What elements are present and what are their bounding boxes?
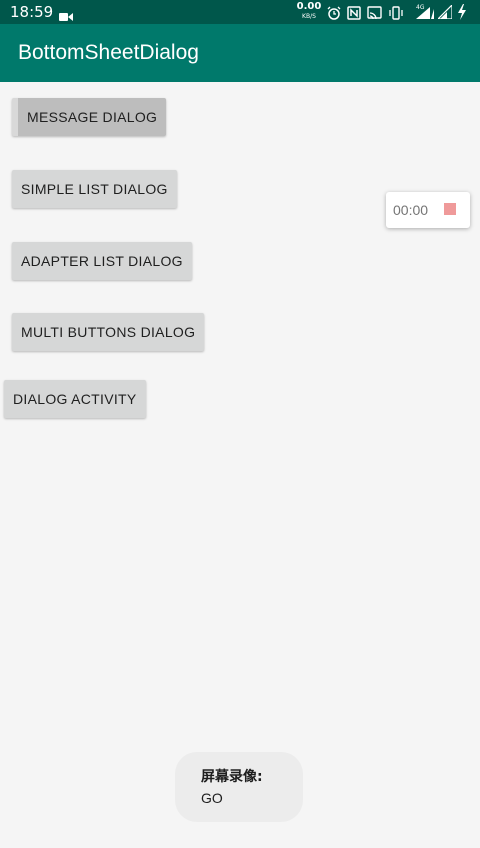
- app-title: BottomSheetDialog: [18, 41, 199, 64]
- nfc-icon: [347, 5, 361, 24]
- signal-secondary-icon: [436, 3, 453, 23]
- network-speed: 0.00 KB/S: [296, 2, 322, 21]
- adapter-list-dialog-button[interactable]: ADAPTER LIST DIALOG: [12, 242, 192, 280]
- network-speed-unit: KB/S: [302, 13, 316, 20]
- vibrate-icon: [389, 5, 403, 24]
- video-record-icon: [59, 7, 73, 21]
- alarm-icon: [327, 5, 341, 24]
- toast-title: 屏幕录像:: [201, 769, 263, 785]
- network-speed-value: 0.00: [296, 1, 322, 12]
- stop-icon[interactable]: [444, 203, 456, 215]
- network-type-text: 4G: [416, 4, 425, 11]
- status-bar: 18:59 0.00 KB/S 4G: [0, 0, 480, 24]
- toast-message: GO: [201, 790, 223, 806]
- battery-charging-icon: [457, 4, 467, 24]
- simple-list-dialog-button[interactable]: SIMPLE LIST DIALOG: [12, 170, 177, 208]
- multi-buttons-dialog-button[interactable]: MULTI BUTTONS DIALOG: [12, 313, 205, 351]
- message-dialog-button[interactable]: MESSAGE DIALOG: [12, 98, 167, 136]
- cast-icon: [367, 5, 382, 24]
- screen-recorder-timer[interactable]: 00:00: [386, 192, 470, 228]
- signal-icon: 4G: [406, 3, 434, 23]
- status-time: 18:59: [10, 3, 54, 21]
- dialog-activity-button[interactable]: DIALOG ACTIVITY: [4, 380, 146, 418]
- recorder-elapsed-time: 00:00: [393, 202, 429, 218]
- toast: 屏幕录像: GO: [175, 752, 303, 822]
- app-bar: BottomSheetDialog: [0, 24, 480, 82]
